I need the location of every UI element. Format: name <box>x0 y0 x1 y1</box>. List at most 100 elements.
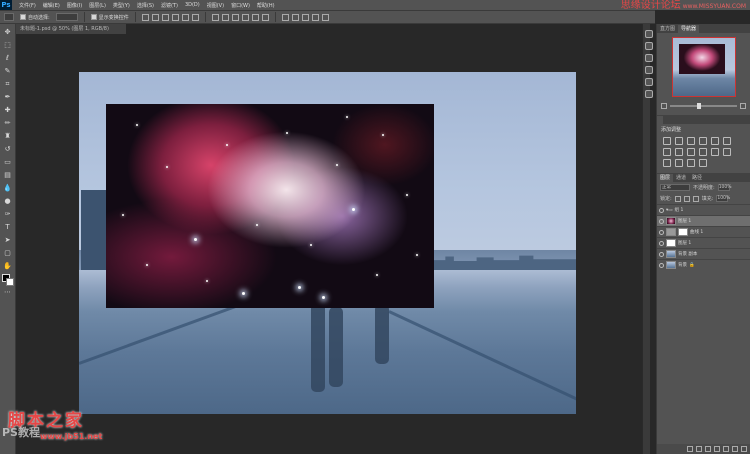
navigator-preview[interactable] <box>671 37 736 97</box>
info-panel-icon[interactable] <box>645 54 653 62</box>
menu-view[interactable]: 视图(V) <box>207 2 224 9</box>
new-group-icon[interactable] <box>723 446 729 452</box>
menu-image[interactable]: 图像(I) <box>67 2 82 9</box>
gradient-map-icon[interactable] <box>687 159 695 167</box>
link-layers-icon[interactable] <box>687 446 693 452</box>
visibility-eye-icon[interactable] <box>659 218 664 224</box>
align-center-icon[interactable] <box>181 13 189 21</box>
align-middle-icon[interactable] <box>151 13 159 21</box>
exposure-icon[interactable] <box>699 137 707 145</box>
channel-mixer-icon[interactable] <box>699 148 707 156</box>
menu-select[interactable]: 选择(S) <box>137 2 154 9</box>
auto-select-dropdown[interactable] <box>55 13 78 21</box>
hue-saturation-icon[interactable] <box>723 137 731 145</box>
auto-select-checkbox[interactable] <box>20 14 26 20</box>
align-left-icon[interactable] <box>171 13 179 21</box>
tab-layers[interactable]: 图层 <box>657 174 674 182</box>
zoom-in-icon[interactable] <box>740 103 746 109</box>
new-adjustment-icon[interactable] <box>714 446 720 452</box>
align-top-icon[interactable] <box>141 13 149 21</box>
menu-3d[interactable]: 3D(D) <box>185 2 200 8</box>
menu-file[interactable]: 文件(F) <box>19 2 36 9</box>
curves-icon[interactable] <box>687 137 695 145</box>
delete-layer-icon[interactable] <box>741 446 747 452</box>
zoom-slider-knob[interactable] <box>696 103 701 109</box>
black-white-icon[interactable] <box>675 148 683 156</box>
auto-select-option[interactable]: 自动选择: <box>20 14 50 21</box>
brush-tool-icon[interactable]: ✏ <box>3 118 13 128</box>
tab-paths[interactable]: 路径 <box>689 174 705 182</box>
tool-preset-picker[interactable] <box>4 13 14 21</box>
tab-adjustments[interactable]: ​ <box>657 116 663 124</box>
distribute-bottom-icon[interactable] <box>231 13 239 21</box>
menu-edit[interactable]: 编辑(E) <box>43 2 60 9</box>
add-mask-icon[interactable] <box>705 446 711 452</box>
3d-scale-icon[interactable] <box>321 13 329 21</box>
blur-tool-icon[interactable]: 💧 <box>3 183 13 193</box>
move-tool-icon[interactable]: ✥ <box>3 27 13 37</box>
lock-pixels-icon[interactable] <box>674 195 681 202</box>
blend-mode-select[interactable]: 正常 <box>660 184 690 191</box>
menu-filter[interactable]: 滤镜(T) <box>161 2 178 9</box>
lock-all-icon[interactable] <box>692 195 699 202</box>
eyedropper-tool-icon[interactable]: ✒ <box>3 92 13 102</box>
photo-filter-icon[interactable] <box>687 148 695 156</box>
dodge-tool-icon[interactable]: ● <box>3 196 13 206</box>
opacity-input[interactable]: 100% <box>717 184 732 191</box>
menu-layer[interactable]: 图层(L) <box>89 2 106 9</box>
path-select-tool-icon[interactable]: ➤ <box>3 235 13 245</box>
visibility-eye-icon[interactable] <box>659 229 664 235</box>
layer-row-group[interactable]: ▾▭ 组 1 <box>657 204 750 215</box>
background-color-swatch[interactable] <box>6 278 14 286</box>
menu-type[interactable]: 类型(Y) <box>113 2 130 9</box>
show-transform-option[interactable]: 显示变换控件 <box>90 14 129 21</box>
distribute-left-icon[interactable] <box>241 13 249 21</box>
type-tool-icon[interactable]: T <box>3 222 13 232</box>
paragraph-panel-icon[interactable] <box>645 66 653 74</box>
tab-navigator[interactable]: 导航器 <box>678 25 700 33</box>
visibility-eye-icon[interactable] <box>659 262 664 268</box>
zoom-slider[interactable] <box>670 103 737 109</box>
gradient-tool-icon[interactable]: ▤ <box>3 170 13 180</box>
quick-select-tool-icon[interactable]: ✎ <box>3 66 13 76</box>
lasso-tool-icon[interactable]: ℓ <box>3 53 13 63</box>
visibility-eye-icon[interactable] <box>659 240 664 246</box>
eraser-tool-icon[interactable]: ▭ <box>3 157 13 167</box>
distribute-middle-icon[interactable] <box>221 13 229 21</box>
menu-help[interactable]: 帮助(H) <box>257 2 275 9</box>
layer-style-icon[interactable] <box>696 446 702 452</box>
character-panel-icon[interactable] <box>645 78 653 86</box>
align-right-icon[interactable] <box>191 13 199 21</box>
distribute-center-icon[interactable] <box>251 13 259 21</box>
document-tab[interactable]: 未标题-1.psd @ 50% (图层 1, RGB/8) <box>16 24 126 34</box>
layer-row-curves[interactable]: 曲线 1 <box>657 226 750 237</box>
shape-tool-icon[interactable]: ▢ <box>3 248 13 258</box>
zoom-out-icon[interactable] <box>661 103 667 109</box>
posterize-icon[interactable] <box>663 159 671 167</box>
crop-tool-icon[interactable]: ⌗ <box>3 79 13 89</box>
hand-tool-icon[interactable]: ✋ <box>3 261 13 271</box>
distribute-top-icon[interactable] <box>211 13 219 21</box>
color-balance-icon[interactable] <box>663 148 671 156</box>
tab-channels[interactable]: 通道 <box>673 174 689 182</box>
vibrance-icon[interactable] <box>711 137 719 145</box>
fill-input[interactable]: 100% <box>716 195 730 202</box>
3d-slide-icon[interactable] <box>311 13 319 21</box>
layer-row-white[interactable]: 图层 1 <box>657 237 750 248</box>
3d-rotate-icon[interactable] <box>281 13 289 21</box>
color-lookup-icon[interactable] <box>711 148 719 156</box>
marquee-tool-icon[interactable]: ⬚ <box>3 40 13 50</box>
pen-tool-icon[interactable]: ✑ <box>3 209 13 219</box>
distribute-right-icon[interactable] <box>261 13 269 21</box>
layer-row-nebula[interactable]: 图层 1 <box>657 215 750 226</box>
clone-stamp-tool-icon[interactable]: ♜ <box>3 131 13 141</box>
lock-position-icon[interactable] <box>683 195 690 202</box>
history-panel-icon[interactable] <box>645 30 653 38</box>
invert-icon[interactable] <box>723 148 731 156</box>
healing-tool-icon[interactable]: ✚ <box>3 105 13 115</box>
layer-row-background-copy[interactable]: 背景 副本 <box>657 248 750 259</box>
brightness-contrast-icon[interactable] <box>663 137 671 145</box>
selective-color-icon[interactable] <box>699 159 707 167</box>
3d-pan-icon[interactable] <box>301 13 309 21</box>
layer-row-background[interactable]: 背景 🔒 <box>657 259 750 270</box>
